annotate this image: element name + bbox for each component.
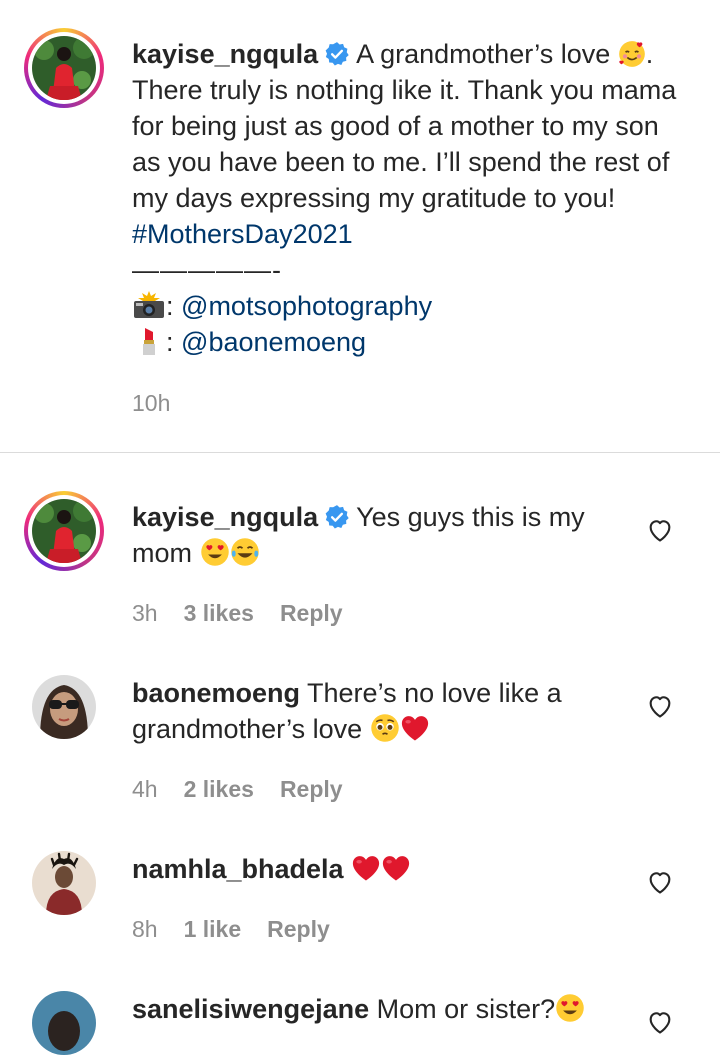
comment-meta: 8h 1 like Reply [132,916,356,943]
lipstick-emoji [143,328,155,355]
profile-photo [32,991,96,1055]
comment-text: kayise_ngqula Yes guys this is my mom [132,499,612,571]
comment-text: baonemoeng There’s no love like a grandm… [132,675,612,747]
caption-dashes: —————- [132,255,282,285]
profile-photo [32,675,96,739]
comment-username[interactable]: namhla_bhadela [132,854,344,884]
comment-time: 3h [132,600,158,626]
likes-count[interactable]: 2 likes [184,776,254,802]
comment-body: Mom or sister? [376,994,556,1024]
red-heart-emoji [381,853,411,883]
caption-line-start: A grandmother’s love [356,39,611,69]
tears-of-joy-emoji [230,538,259,566]
heart-outline-icon[interactable] [646,516,674,544]
mention-makeup[interactable]: @baonemoeng [181,327,366,357]
heart-eyes-emoji [556,994,584,1022]
comment-avatar[interactable] [24,491,104,571]
comment-time: 4h [132,776,158,802]
comment-text: sanelisiwengejane Mom or sister? [132,991,612,1027]
heart-outline-icon[interactable] [646,1008,674,1036]
camera-flash-emoji [134,291,164,318]
comment-meta: 3h 3 likes Reply [132,600,369,627]
likes-count[interactable]: 1 like [184,916,242,942]
heart-outline-icon[interactable] [646,692,674,720]
verified-badge-icon [324,504,350,530]
likes-count[interactable]: 3 likes [184,600,254,626]
comment-avatar[interactable] [32,675,96,739]
comment-username[interactable]: kayise_ngqula [132,502,318,532]
caption-avatar[interactable] [24,28,104,108]
caption-text: kayise_ngqula A grandmother’s love . Ther… [132,39,677,357]
reply-button[interactable]: Reply [280,776,343,802]
reply-button[interactable]: Reply [267,916,330,942]
profile-photo [32,36,96,100]
comment-time: 8h [132,916,158,942]
comment-avatar[interactable] [32,991,96,1055]
hashtag-link[interactable]: #MothersDay2021 [132,219,353,249]
red-heart-emoji [351,853,381,883]
verified-badge-icon [324,41,350,67]
comment-username[interactable]: sanelisiwengejane [132,994,369,1024]
profile-photo [32,499,96,563]
caption-time: 10h [132,390,171,416]
caption-divider [0,452,720,453]
comment-username[interactable]: baonemoeng [132,678,300,708]
smiling-hearts-emoji [618,41,645,67]
heart-eyes-emoji [200,538,229,566]
red-heart-emoji [400,713,430,743]
reply-button[interactable]: Reply [280,600,343,626]
mention-photographer[interactable]: @motsophotography [181,291,432,321]
pleading-face-emoji [370,714,399,742]
heart-outline-icon[interactable] [646,868,674,896]
caption-body: There truly is nothing like it. Thank yo… [132,75,677,213]
comment-text: namhla_bhadela [132,851,612,887]
caption-meta: 10h [132,390,196,417]
profile-photo [32,851,96,915]
comment-meta: 4h 2 likes Reply [132,776,369,803]
comment-avatar[interactable] [32,851,96,915]
caption-username[interactable]: kayise_ngqula [132,39,318,69]
